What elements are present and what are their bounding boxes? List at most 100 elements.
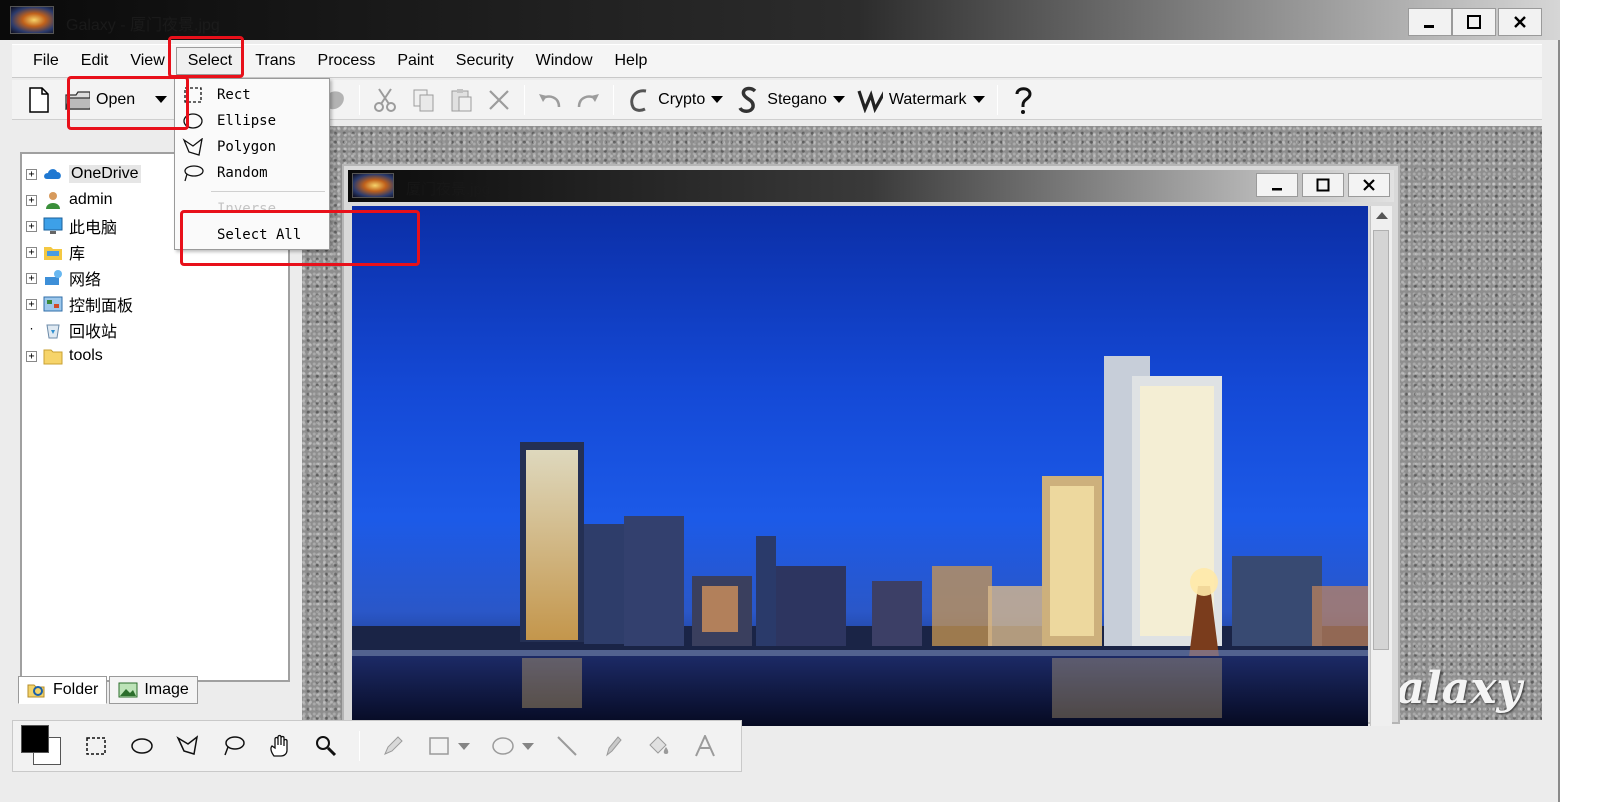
- toolbar-separator: [359, 84, 361, 115]
- app-logo-icon: [10, 6, 54, 34]
- expand-icon[interactable]: +: [26, 298, 37, 310]
- stegano-dropdown-icon[interactable]: [832, 96, 845, 103]
- city-night-photo: [352, 356, 1368, 726]
- tab-folder-label: Folder: [53, 681, 99, 698]
- crypto-button[interactable]: Crypto: [626, 87, 724, 113]
- help-icon[interactable]: [1010, 86, 1036, 114]
- menu-security[interactable]: Security: [445, 48, 525, 74]
- rect-select-icon[interactable]: [83, 733, 109, 759]
- undo-icon[interactable]: [537, 87, 563, 113]
- menu-item-label: Rect: [217, 87, 251, 103]
- watermark-button[interactable]: Watermark: [857, 87, 985, 113]
- zoom-icon[interactable]: [313, 733, 339, 759]
- mdi-workspace: alaxy 厦门夜景.jpg: [302, 126, 1542, 726]
- annotation-box-select-menu: [168, 36, 244, 78]
- fill-bucket-icon[interactable]: [646, 733, 672, 759]
- polygon-select-icon: [181, 136, 205, 158]
- tree-item-network[interactable]: + 网络: [26, 266, 101, 290]
- copy-icon[interactable]: [410, 87, 436, 113]
- tab-folder[interactable]: Folder: [18, 676, 108, 704]
- expand-icon[interactable]: +: [26, 246, 37, 258]
- folder-search-icon: [27, 684, 45, 698]
- recycle-bin-icon: [46, 324, 60, 339]
- rectangle-dropdown-icon[interactable]: [458, 742, 470, 750]
- maximize-button[interactable]: [1452, 8, 1496, 36]
- expand-icon[interactable]: +: [26, 220, 37, 232]
- rectangle-shape-icon: [426, 733, 452, 759]
- ellipse-shape-tool[interactable]: [490, 733, 534, 759]
- minimize-icon: [1272, 188, 1282, 191]
- maximize-icon: [1316, 178, 1330, 192]
- menu-item-label: Polygon: [217, 139, 277, 155]
- tree-item-library[interactable]: + 库: [26, 240, 85, 264]
- menu-file[interactable]: File: [22, 48, 70, 74]
- expand-icon[interactable]: +: [26, 350, 37, 362]
- menu-window[interactable]: Window: [525, 48, 604, 74]
- vertical-scrollbar[interactable]: [1370, 206, 1392, 726]
- close-button[interactable]: [1498, 8, 1542, 36]
- expand-icon[interactable]: +: [26, 272, 37, 284]
- image-window-titlebar[interactable]: 厦门夜景.jpg: [348, 170, 1394, 202]
- close-icon: [1363, 179, 1375, 191]
- text-icon[interactable]: [692, 733, 718, 759]
- tree-item-recycle-bin[interactable]: · 回收站: [26, 318, 117, 342]
- menu-edit[interactable]: Edit: [70, 48, 120, 74]
- image-close-button[interactable]: [1348, 173, 1390, 197]
- scroll-thumb[interactable]: [1373, 230, 1389, 650]
- tree-item-this-pc[interactable]: + 此电脑: [26, 214, 117, 238]
- menu-item-random[interactable]: Random: [175, 161, 329, 185]
- tree-item-onedrive[interactable]: + OneDrive: [26, 162, 141, 186]
- polygon-select-icon[interactable]: [175, 733, 201, 759]
- toolbar-separator: [996, 84, 998, 115]
- image-maximize-button[interactable]: [1302, 173, 1344, 197]
- new-file-icon[interactable]: [26, 86, 52, 113]
- tree-item-tools[interactable]: + tools: [26, 344, 103, 368]
- expand-icon[interactable]: +: [26, 168, 37, 180]
- pencil-icon[interactable]: [600, 733, 626, 759]
- menu-item-rect[interactable]: Rect: [175, 83, 329, 107]
- lasso-select-icon[interactable]: [221, 733, 247, 759]
- line-icon[interactable]: [554, 733, 580, 759]
- delete-icon[interactable]: [486, 87, 512, 113]
- tree-item-label: 网络: [69, 272, 102, 289]
- paste-icon[interactable]: [448, 87, 474, 113]
- menu-help[interactable]: Help: [604, 48, 659, 74]
- menu-paint[interactable]: Paint: [386, 48, 444, 74]
- library-folder-icon: [44, 247, 62, 260]
- tab-image[interactable]: Image: [109, 676, 198, 704]
- hand-icon[interactable]: [267, 733, 293, 759]
- image-window: 厦门夜景.jpg: [342, 164, 1400, 726]
- crypto-icon: [626, 87, 652, 113]
- foreground-color-swatch[interactable]: [21, 725, 49, 753]
- scroll-up-icon[interactable]: [1376, 212, 1388, 219]
- watermark-dropdown-icon[interactable]: [972, 96, 985, 103]
- pen-icon[interactable]: [380, 733, 406, 759]
- color-swatch[interactable]: [21, 725, 63, 767]
- maximize-icon: [1467, 15, 1481, 29]
- app-titlebar[interactable]: Galaxy - 厦门夜景.jpg: [0, 0, 1560, 40]
- watermark-icon: [857, 87, 883, 113]
- rectangle-shape-tool[interactable]: [426, 733, 470, 759]
- cut-icon[interactable]: [372, 87, 398, 113]
- tree-item-admin[interactable]: + admin: [26, 188, 113, 212]
- tree-item-label: 回收站: [69, 324, 118, 341]
- menu-item-label: Ellipse: [217, 113, 277, 129]
- redo-icon[interactable]: [575, 87, 601, 113]
- tree-item-label: tools: [69, 347, 103, 364]
- expand-icon[interactable]: +: [26, 194, 37, 206]
- menu-process[interactable]: Process: [307, 48, 387, 74]
- minimize-button[interactable]: [1408, 8, 1452, 36]
- crypto-dropdown-icon[interactable]: [711, 96, 724, 103]
- menu-item-polygon[interactable]: Polygon: [175, 135, 329, 159]
- image-canvas[interactable]: [352, 206, 1368, 726]
- workspace-watermark: alaxy: [1396, 663, 1522, 714]
- menu-item-ellipse[interactable]: Ellipse: [175, 109, 329, 133]
- menu-trans[interactable]: Trans: [244, 48, 306, 74]
- ellipse-dropdown-icon[interactable]: [522, 742, 534, 750]
- stegano-button[interactable]: Stegano: [735, 86, 845, 113]
- watermark-label: Watermark: [888, 90, 967, 108]
- ellipse-select-icon[interactable]: [129, 733, 155, 759]
- stegano-icon: [735, 86, 761, 113]
- tree-item-control-panel[interactable]: + 控制面板: [26, 292, 133, 316]
- image-minimize-button[interactable]: [1256, 173, 1298, 197]
